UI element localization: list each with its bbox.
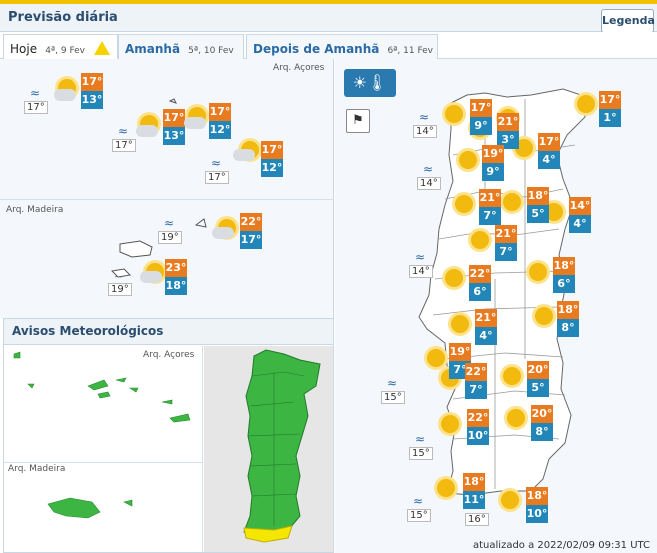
sun-icon [427,349,445,367]
tmin-badge: 4° [475,327,497,345]
wave-icon: ≈ [414,432,426,446]
tmin-badge: 4° [569,215,591,233]
sun-icon [441,415,459,433]
tmax-badge: 18° [463,473,485,491]
tab-tomorrow-date: 5ª, 10 Fev [188,46,234,56]
wave-icon: ≈ [418,110,430,124]
tmin-badge: 6° [469,283,491,301]
sun-icon [471,231,489,249]
warnings-mainland-map[interactable] [204,346,333,552]
tmin-badge: 8° [531,423,553,441]
sun-icon [455,195,473,213]
tmax-badge: 18° [527,187,549,205]
sun-icon [501,491,519,509]
tmax-badge: 20° [531,405,553,423]
tmin-badge: 7° [495,243,517,261]
wave-icon: ≈ [412,494,424,508]
tmax-badge: 21° [497,113,519,131]
tmin-badge: 11° [463,491,485,509]
sun-icon [529,263,547,281]
mainland-map [418,88,586,496]
tmax-badge: 22° [469,265,491,283]
updated-timestamp: atualizado a 2022/02/09 09:31 UTC [473,540,651,551]
tmax-badge: 19° [449,343,471,361]
sun-icon [459,151,477,169]
sun-icon [437,479,455,497]
tmin-badge: 1° [599,109,621,127]
legend-button[interactable]: Legenda [601,9,655,33]
tab-day-after-date: 6ª, 11 Fev [387,46,434,56]
warning-icon [94,41,111,55]
tmin-badge: 7° [479,207,501,225]
tmax-badge: 20° [527,361,549,379]
warnings-islands-map: Arq. Açores Arq. Madeira [4,346,203,552]
page-title: Previsão diária [8,10,118,25]
tmin-badge: 9° [470,117,492,135]
islands-forecast-panel: Arq. Açores ≈17° ≈17° ≈17° 17° 13° 17° 1… [0,59,334,318]
warnings-panel: Avisos Meteorológicos Arq. Açores Arq. M… [3,318,334,553]
sun-icon [503,193,521,211]
tmin-badge: 4° [538,151,560,169]
tab-day-after-label: Depois de Amanhã [253,42,380,56]
sea-temp-2: ≈14° [417,162,441,190]
sun-icon [503,367,521,385]
sun-icon [451,315,469,333]
tmax-badge: 18° [553,257,575,275]
day-tabs: Hoje 4ª, 9 Fev Amanhã 5ª, 10 Fev Depois … [0,32,657,59]
sea-temp-4: ≈15° [381,376,405,404]
wave-icon: ≈ [386,376,398,390]
tmax-badge: 19° [482,145,504,163]
tmax-badge: 14° [569,197,591,215]
tmax-badge: 17° [538,133,560,151]
warnings-title: Avisos Meteorológicos [4,319,333,345]
tmax-badge: 18° [557,301,579,319]
tab-today-label: Hoje [10,42,38,56]
tmax-badge: 17° [470,99,492,117]
tmax-badge: 17° [599,91,621,109]
island-outlines [110,98,207,278]
sun-icon [445,105,463,123]
tmin-badge: 9° [482,163,504,181]
wave-icon: ≈ [422,162,434,176]
sea-temp-1: ≈14° [413,110,437,138]
sea-temp-6: ≈15° [407,494,431,522]
sun-icon [535,307,553,325]
mainland-warning-map [204,346,333,552]
tmin-badge: 10° [526,505,548,523]
tab-day-after[interactable]: Depois de Amanhã 6ª, 11 Fev [246,34,438,59]
tmax-badge: 22° [465,363,487,381]
tmax-badge: 21° [475,309,497,327]
sun-icon [445,269,463,287]
tmin-badge: 7° [465,381,487,399]
header-bar: Previsão diária Legenda [0,4,657,33]
tab-today-date: 4ª, 9 Fev [45,46,86,56]
sun-icon [507,409,525,427]
tmin-badge: 5° [527,205,549,223]
mainland-forecast-panel: ☀🌡 ⚑ ≈14° ≈14° ≈14° ≈15° ≈15° ≈15° ≈16° [335,59,657,553]
tmin-badge: 10° [467,427,489,445]
wave-icon: ≈ [414,250,426,264]
tmax-badge: 18° [526,487,548,505]
tmin-badge: 5° [527,379,549,397]
tmax-badge: 22° [467,409,489,427]
sun-icon [577,95,595,113]
tmax-badge: 21° [479,189,501,207]
tmin-badge: 8° [557,319,579,337]
tab-tomorrow[interactable]: Amanhã 5ª, 10 Fev [118,34,244,59]
sea-temp-5: ≈15° [409,432,433,460]
tab-tomorrow-label: Amanhã [125,42,181,56]
tmax-badge: 21° [495,225,517,243]
tmin-badge: 6° [553,275,575,293]
sea-temp-3: ≈14° [409,250,433,278]
warnings-island-shapes [13,351,191,519]
tab-today[interactable]: Hoje 4ª, 9 Fev [3,34,118,59]
